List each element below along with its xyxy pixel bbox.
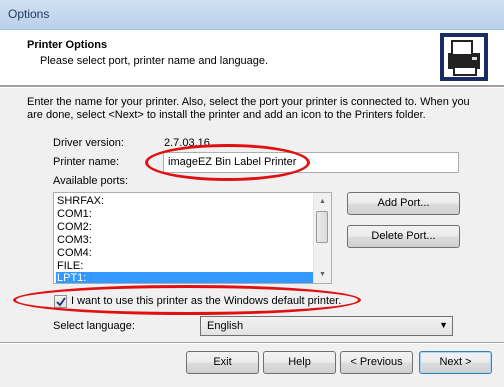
printer-name-input[interactable]: imageEZ Bin Label Printer — [163, 152, 459, 173]
wizard-header: Printer Options Please select port, prin… — [0, 30, 504, 86]
footer-divider — [0, 342, 504, 344]
scroll-up-icon[interactable]: ▲ — [314, 193, 331, 210]
driver-version-value: 2.7.03.16 — [164, 137, 210, 149]
list-item-selected[interactable]: LPT1: — [56, 272, 315, 283]
intro-text: Enter the name for your printer. Also, s… — [27, 96, 470, 121]
list-item[interactable]: COM1: — [56, 208, 315, 220]
next-button[interactable]: Next > — [419, 351, 492, 374]
default-printer-label[interactable]: I want to use this printer as the Window… — [71, 295, 341, 307]
printer-name-value: imageEZ Bin Label Printer — [168, 156, 297, 168]
scroll-thumb[interactable] — [316, 211, 328, 243]
previous-button[interactable]: < Previous — [340, 351, 413, 374]
select-language-label: Select language: — [53, 320, 135, 332]
driver-version-label: Driver version: — [53, 137, 124, 149]
list-item[interactable]: COM2: — [56, 221, 315, 233]
list-item[interactable]: COM3: — [56, 234, 315, 246]
printer-icon — [440, 33, 488, 81]
title-bar: Options — [0, 0, 504, 30]
language-select[interactable]: English ▼ — [200, 316, 453, 336]
printer-name-label: Printer name: — [53, 156, 120, 168]
ports-scrollbar[interactable]: ▲ ▼ — [313, 193, 331, 283]
ports-listbox[interactable]: SHRFAX: COM1: COM2: COM3: COM4: FILE: LP… — [53, 192, 332, 284]
available-ports-label: Available ports: — [53, 175, 129, 187]
list-item[interactable]: COM4: — [56, 247, 315, 259]
checkmark-icon — [56, 297, 66, 307]
window-title: Options — [8, 7, 50, 21]
chevron-down-icon[interactable]: ▼ — [439, 320, 448, 330]
exit-button[interactable]: Exit — [186, 351, 259, 374]
default-printer-checkbox[interactable] — [54, 295, 67, 308]
help-button[interactable]: Help — [263, 351, 336, 374]
add-port-button[interactable]: Add Port... — [347, 192, 460, 215]
header-subtitle: Please select port, printer name and lan… — [40, 55, 269, 67]
header-title: Printer Options — [27, 39, 108, 51]
header-divider — [0, 86, 504, 88]
list-item[interactable]: FILE: — [56, 260, 315, 272]
list-item[interactable]: SHRFAX: — [56, 195, 315, 207]
language-value: English — [207, 320, 244, 332]
scroll-down-icon[interactable]: ▼ — [314, 266, 331, 283]
delete-port-button[interactable]: Delete Port... — [347, 225, 460, 248]
